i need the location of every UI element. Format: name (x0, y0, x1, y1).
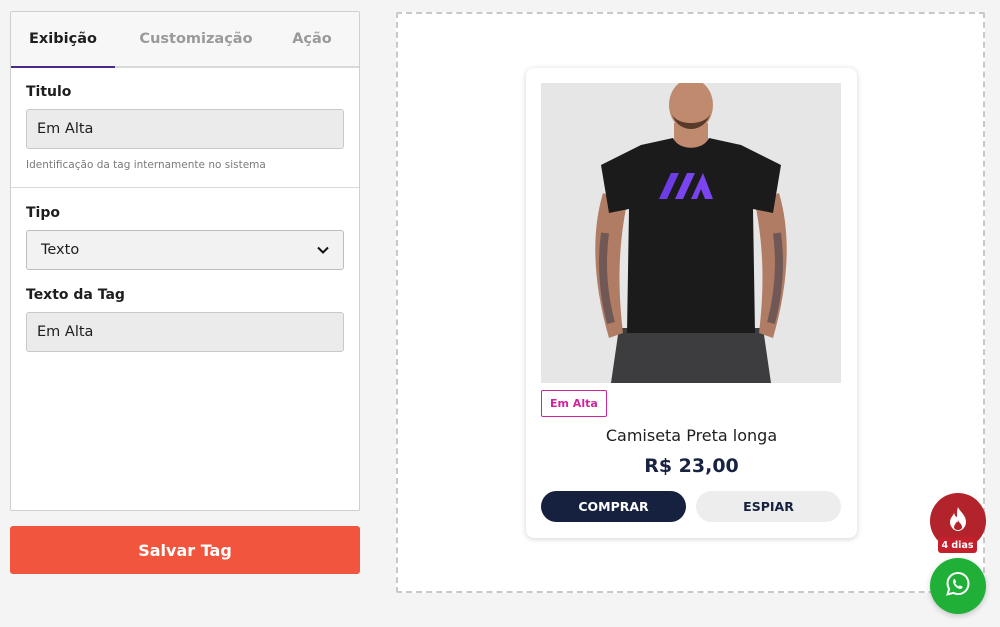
preview-area: Em Alta Camiseta Preta longa R$ 23,00 CO… (396, 12, 985, 593)
whatsapp-button[interactable] (930, 558, 986, 614)
tag-config-panel: Exibição Customização Ação Titulo Em Alt… (10, 11, 360, 511)
title-label: Titulo (26, 84, 72, 100)
spy-button[interactable]: ESPIAR (696, 491, 841, 522)
type-select-value: Texto (41, 242, 80, 258)
type-section: Tipo Texto Texto da Tag Em Alta (11, 188, 359, 352)
tag-text-input[interactable]: Em Alta (26, 312, 344, 352)
fire-badge: 4 dias (938, 537, 977, 553)
product-tag: Em Alta (541, 390, 607, 417)
tab-acao[interactable]: Ação (277, 12, 347, 66)
product-name: Camiseta Preta longa (605, 426, 778, 445)
product-card: Em Alta Camiseta Preta longa R$ 23,00 CO… (526, 68, 857, 538)
chevron-down-icon (317, 244, 329, 257)
title-input[interactable]: Em Alta (26, 109, 344, 149)
tab-bar: Exibição Customização Ação (11, 12, 359, 68)
product-price: R$ 23,00 (644, 455, 739, 477)
title-help-text: Identificação da tag internamente no sis… (26, 159, 266, 171)
tab-customizacao[interactable]: Customização (115, 12, 277, 66)
whatsapp-icon (944, 570, 972, 602)
buy-button[interactable]: COMPRAR (541, 491, 686, 522)
type-label: Tipo (26, 205, 60, 221)
save-tag-button[interactable]: Salvar Tag (10, 526, 360, 574)
product-image (541, 83, 841, 383)
tag-text-label: Texto da Tag (26, 287, 125, 303)
type-select[interactable]: Texto (26, 230, 344, 270)
tab-exibicao[interactable]: Exibição (11, 12, 115, 68)
title-section: Titulo Em Alta Identificação da tag inte… (11, 68, 359, 188)
fire-icon (947, 506, 969, 536)
